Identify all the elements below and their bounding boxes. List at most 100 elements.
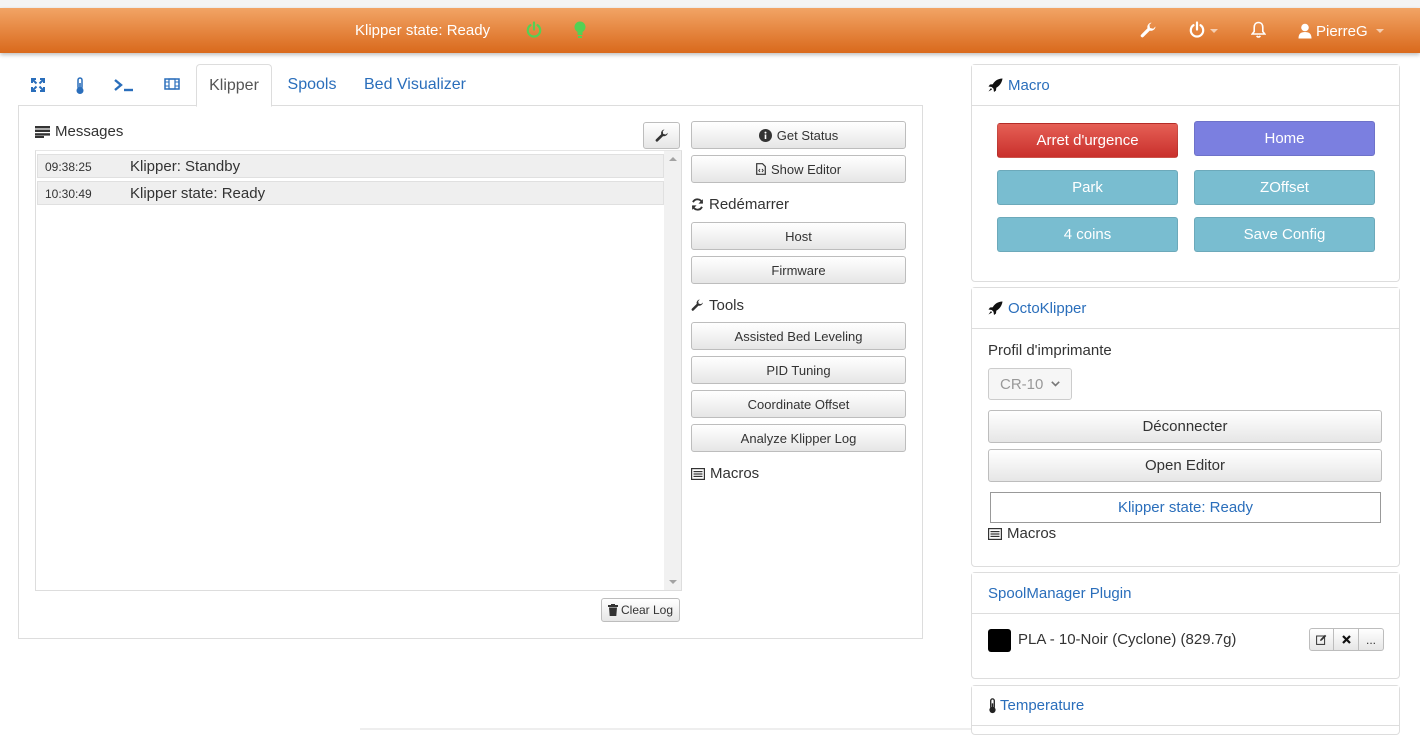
edit-icon: [1316, 634, 1327, 645]
coordinate-offset-button[interactable]: Coordinate Offset: [691, 390, 906, 418]
navbar: Klipper state: Ready PierreG: [0, 8, 1420, 53]
browser-top-strip: [0, 0, 1420, 8]
remove-spool-button[interactable]: [1334, 628, 1359, 651]
show-editor-button[interactable]: Show Editor: [691, 155, 906, 183]
macro-panel: Macro Arret d'urgence Home Park ZOffset …: [971, 64, 1400, 282]
log-row: 10:30:49 Klipper state: Ready: [37, 181, 664, 205]
tab-timelapse[interactable]: [152, 64, 192, 106]
home-macro-button[interactable]: Home: [1194, 121, 1375, 156]
printer-profile-select[interactable]: CR-10: [988, 368, 1072, 400]
zoffset-macro-button[interactable]: ZOffset: [1194, 170, 1375, 205]
messages-header: Messages: [35, 123, 123, 140]
open-editor-button[interactable]: Open Editor: [988, 449, 1382, 482]
list-alt-icon: [691, 467, 705, 480]
spoolmanager-panel-header[interactable]: SpoolManager Plugin: [972, 573, 1399, 614]
info-circle-icon: [758, 128, 772, 142]
temperature-panel-header[interactable]: Temperature: [972, 686, 1399, 726]
refresh-icon: [691, 198, 704, 211]
restart-host-button[interactable]: Host: [691, 222, 906, 250]
macros-label: Macros: [710, 465, 760, 482]
assisted-bed-leveling-label: Assisted Bed Leveling: [734, 328, 863, 344]
bell-icon[interactable]: [1250, 21, 1267, 39]
emergency-stop-macro-button[interactable]: Arret d'urgence: [997, 123, 1178, 158]
log-time: 10:30:49: [45, 187, 92, 201]
power-icon[interactable]: [525, 21, 543, 39]
messages-title: Messages: [55, 123, 124, 140]
wrench-icon: [691, 299, 703, 311]
get-status-label: Get Status: [776, 127, 839, 143]
analyze-log-label: Analyze Klipper Log: [740, 430, 857, 446]
spool-color-swatch: [988, 629, 1011, 652]
restart-section-label: Redémarrer: [691, 196, 789, 213]
spoolmanager-panel-title: SpoolManager Plugin: [988, 584, 1132, 602]
park-macro-button[interactable]: Park: [997, 170, 1178, 205]
octoklipper-panel: OctoKlipper Profil d'imprimante CR-10 Dé…: [971, 287, 1400, 567]
log-scrollbar[interactable]: [664, 151, 681, 590]
temperature-panel-title: Temperature: [1000, 697, 1085, 714]
restart-firmware-button[interactable]: Firmware: [691, 256, 906, 284]
rocket-icon: [988, 301, 1003, 315]
printer-profile-value: CR-10: [1000, 375, 1044, 393]
tab-spools[interactable]: Spools: [276, 64, 348, 106]
user-menu[interactable]: PierreG: [1298, 21, 1384, 41]
pid-tuning-button[interactable]: PID Tuning: [691, 356, 906, 384]
navbar-status-text: Klipper state: Ready: [355, 22, 491, 39]
scroll-up-icon[interactable]: [669, 157, 677, 161]
wrench-icon[interactable]: [1140, 22, 1157, 39]
tab-klipper[interactable]: Klipper: [196, 64, 272, 107]
clear-log-label: Clear Log: [620, 603, 674, 617]
log-text: Klipper: Standby: [130, 158, 241, 175]
host-label: Host: [785, 228, 812, 244]
chevron-down-icon: [1210, 29, 1218, 33]
list-alt-icon: [988, 527, 1002, 540]
octoklipper-panel-header[interactable]: OctoKlipper: [972, 288, 1399, 329]
octoklipper-macros-text: Macros: [1007, 525, 1057, 542]
terminal-icon: [114, 79, 133, 92]
macro-panel-header[interactable]: Macro: [972, 65, 1399, 106]
log-settings-button[interactable]: [643, 122, 680, 149]
macro-panel-title: Macro: [1008, 76, 1050, 94]
scroll-down-icon[interactable]: [669, 580, 677, 584]
rocket-icon: [988, 78, 1003, 92]
assisted-bed-leveling-button[interactable]: Assisted Bed Leveling: [691, 322, 906, 350]
clear-log-button[interactable]: Clear Log: [601, 598, 680, 622]
tab-temperature[interactable]: [62, 64, 98, 106]
firmware-label: Firmware: [771, 262, 826, 278]
log-time: 09:38:25: [45, 160, 92, 174]
show-editor-label: Show Editor: [770, 161, 842, 177]
restart-label: Redémarrer: [709, 196, 790, 213]
power-off-icon: [1189, 21, 1205, 38]
spool-description: PLA - 10-Noir (Cyclone) (829.7g): [1018, 631, 1237, 648]
four-corners-macro-button[interactable]: 4 coins: [997, 217, 1178, 252]
save-config-macro-button[interactable]: Save Config: [1194, 217, 1375, 252]
edit-spool-button[interactable]: [1309, 628, 1334, 651]
pid-tuning-label: PID Tuning: [766, 362, 831, 378]
tab-fullscreen[interactable]: [18, 64, 58, 106]
system-power-menu[interactable]: [1188, 21, 1220, 39]
message-log[interactable]: 09:38:25 Klipper: Standby 10:30:49 Klipp…: [35, 150, 682, 591]
tools-section-label: Tools: [691, 297, 744, 314]
user-icon: [1298, 23, 1312, 39]
wrench-icon: [655, 128, 668, 142]
more-spool-button[interactable]: ...: [1359, 628, 1384, 651]
coordinate-offset-label: Coordinate Offset: [747, 396, 850, 412]
tab-bed-visualizer[interactable]: Bed Visualizer: [358, 64, 472, 106]
disconnect-button[interactable]: Déconnecter: [988, 410, 1382, 443]
close-icon: [1341, 635, 1351, 644]
chevron-down-icon: [1051, 381, 1061, 387]
trash-icon: [607, 604, 618, 616]
get-status-button[interactable]: Get Status: [691, 121, 906, 149]
tab-terminal[interactable]: [104, 64, 144, 106]
printer-profile-label: Profil d'imprimante: [988, 342, 1112, 359]
log-text: Klipper state: Ready: [130, 185, 266, 202]
analyze-log-button[interactable]: Analyze Klipper Log: [691, 424, 906, 452]
log-row: 09:38:25 Klipper: Standby: [37, 154, 664, 178]
user-name: PierreG: [1316, 22, 1368, 40]
temperature-panel: Temperature: [971, 685, 1400, 735]
expand-icon: [31, 78, 45, 92]
spool-actions: ...: [1309, 628, 1384, 651]
thermometer-icon: [76, 77, 84, 94]
lightbulb-icon[interactable]: [572, 20, 588, 40]
file-code-icon: [756, 163, 766, 175]
list-icon: [35, 125, 50, 138]
